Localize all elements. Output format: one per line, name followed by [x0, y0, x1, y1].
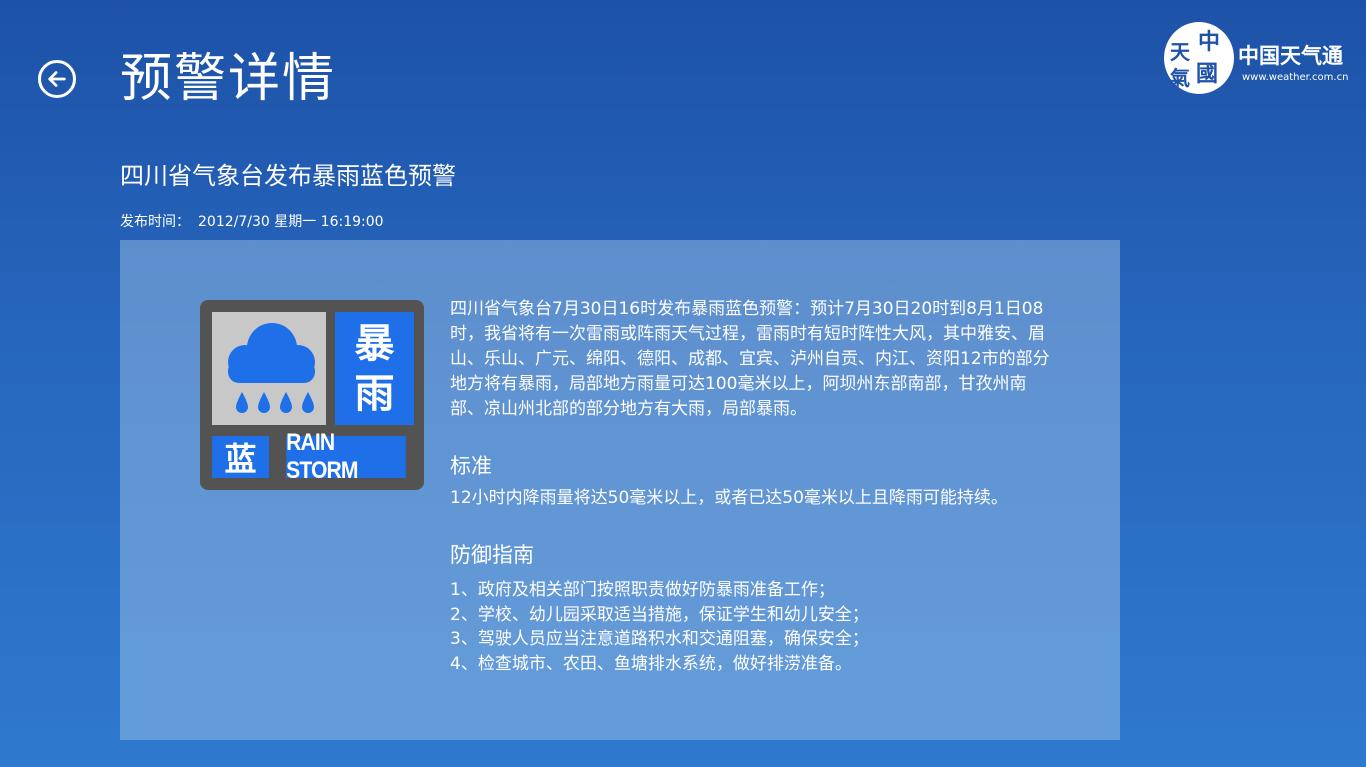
app-logo: 中 國 天 氣 中国天气通 www.weather.com.cn — [1164, 22, 1354, 94]
guide-item: 4、检查城市、农田、鱼塘排水系统，做好排涝准备。 — [450, 653, 852, 674]
guide-heading: 防御指南 — [450, 543, 534, 567]
badge-kind-line2: 雨 — [354, 370, 395, 417]
rain-cloud-icon-box — [212, 312, 326, 425]
guide-item: 3、驾驶人员应当注意道路积水和交通阻塞，确保安全； — [450, 629, 869, 649]
logo-name: 中国天气通 — [1238, 43, 1343, 68]
publish-info: 发布时间： 2012/7/30 星期一 16:19:00 — [120, 211, 392, 231]
guide-list: 1、政府及相关部门按照职责做好防暴雨准备工作； 2、学校、幼儿园采取适当措施，保… — [450, 578, 1050, 676]
badge-kind-line1: 暴 — [354, 320, 395, 367]
standard-text: 12小时内降雨量将达50毫米以上，或者已达50毫米以上且降雨可能持续。 — [450, 488, 1008, 508]
alert-detail-panel: 暴 雨 蓝 RAIN STORM 四川省气象台7月30日16时发布暴雨蓝色预警：… — [120, 240, 1120, 740]
publish-label: 发布时间： — [120, 214, 190, 230]
alert-content[interactable]: 四川省气象台7月30日16时发布暴雨蓝色预警：预计7月30日20时到8月1日08… — [450, 297, 1050, 710]
arrow-left-icon — [48, 71, 66, 87]
logo-url: www.weather.com.cn — [1242, 72, 1349, 83]
badge-level: 蓝 — [212, 436, 269, 478]
guide-item: 1、政府及相关部门按照职责做好防暴雨准备工作； — [450, 580, 835, 600]
page-title: 预警详情 — [120, 49, 337, 109]
badge-kind: 暴 雨 — [335, 312, 414, 425]
back-button[interactable] — [38, 60, 76, 98]
rain-cloud-icon — [228, 323, 315, 413]
logo-badge: 中 國 天 氣 — [1164, 22, 1234, 94]
publish-time: 2012/7/30 星期一 16:19:00 — [198, 214, 384, 230]
badge-english: RAIN STORM — [286, 429, 406, 484]
guide-item: 2、学校、幼儿园采取适当措施，保证学生和幼儿安全； — [450, 604, 869, 625]
alert-headline: 四川省气象台发布暴雨蓝色预警 — [120, 162, 456, 190]
warning-badge: 暴 雨 蓝 RAIN STORM — [200, 300, 424, 490]
standard-heading: 标准 — [450, 454, 492, 478]
alert-description: 四川省气象台7月30日16时发布暴雨蓝色预警：预计7月30日20时到8月1日08… — [450, 299, 1050, 419]
